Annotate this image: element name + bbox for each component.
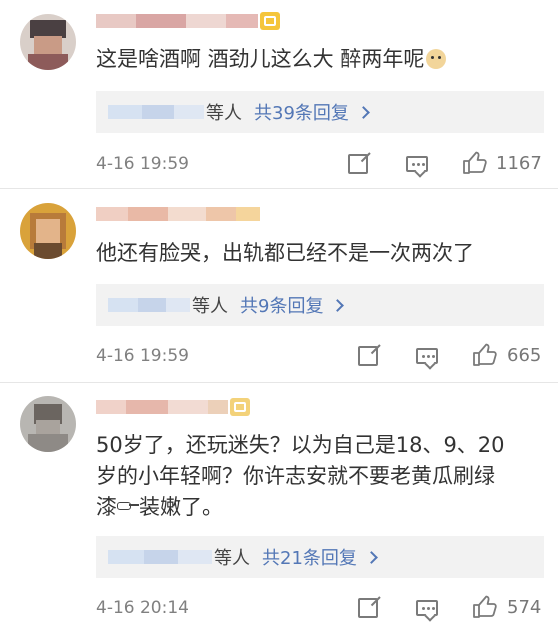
- reply-usernames-blurred: [108, 105, 204, 119]
- like-icon[interactable]: [472, 595, 498, 619]
- reply-usernames-blurred: [108, 298, 190, 312]
- timestamp: 4-16 19:59: [96, 346, 189, 366]
- reply-users-suffix: 等人: [192, 296, 228, 317]
- comment-meta: 4-16 19:59 665: [96, 342, 546, 370]
- doge-emoji-icon: [426, 49, 447, 69]
- chevron-right-icon: [357, 105, 370, 119]
- avatar[interactable]: [20, 203, 76, 259]
- comment-icon[interactable]: [416, 600, 438, 616]
- reply-summary[interactable]: 等人 共39条回复: [96, 91, 544, 133]
- view-replies-link[interactable]: 共21条回复: [262, 544, 378, 570]
- reply-usernames-blurred: [108, 550, 212, 564]
- username-blurred[interactable]: [96, 205, 260, 223]
- timestamp: 4-16 20:14: [96, 598, 189, 618]
- comment-text: 他还有脸哭，出轨都已经不是一次两次了: [96, 241, 474, 265]
- share-icon[interactable]: [358, 346, 378, 366]
- like-count: 574: [507, 597, 542, 618]
- comment-text: 这是啥酒啊 酒劲儿这么大 醉两年呢: [96, 44, 546, 75]
- username-blurred[interactable]: [96, 398, 250, 416]
- avatar[interactable]: [20, 14, 76, 70]
- like-count: 665: [507, 345, 542, 366]
- vip-badge-icon: [230, 398, 250, 416]
- comment-icon[interactable]: [416, 348, 438, 364]
- share-icon[interactable]: [358, 598, 378, 618]
- view-replies-link[interactable]: 共9条回复: [240, 292, 345, 318]
- comment-meta: 4-16 20:14 574: [96, 594, 546, 622]
- like-count: 1167: [496, 153, 542, 174]
- chevron-right-icon: [331, 298, 345, 312]
- divider: [0, 382, 558, 383]
- reply-summary[interactable]: 等人 共9条回复: [96, 284, 544, 326]
- share-icon[interactable]: [348, 154, 368, 174]
- view-replies-link[interactable]: 共39条回复: [254, 99, 370, 125]
- username-blurred[interactable]: [96, 12, 280, 30]
- comment-icon[interactable]: [406, 156, 428, 172]
- reply-users-suffix: 等人: [214, 548, 250, 569]
- avatar[interactable]: [20, 396, 76, 452]
- like-icon[interactable]: [462, 151, 488, 175]
- timestamp: 4-16 19:59: [96, 154, 189, 174]
- divider: [0, 188, 558, 189]
- chevron-right-icon: [365, 550, 378, 564]
- reply-summary[interactable]: 等人 共21条回复: [96, 536, 544, 578]
- like-icon[interactable]: [472, 343, 498, 367]
- vip-badge-icon: [260, 12, 280, 30]
- comment-text: 50岁了，还玩迷失？以为自己是18、9、20 岁的小年轻啊？你许志安就不要老黄瓜…: [96, 433, 505, 519]
- reply-users-suffix: 等人: [206, 103, 242, 124]
- comment-meta: 4-16 19:59 1167: [96, 150, 546, 178]
- pointing-hand-icon: [117, 499, 139, 513]
